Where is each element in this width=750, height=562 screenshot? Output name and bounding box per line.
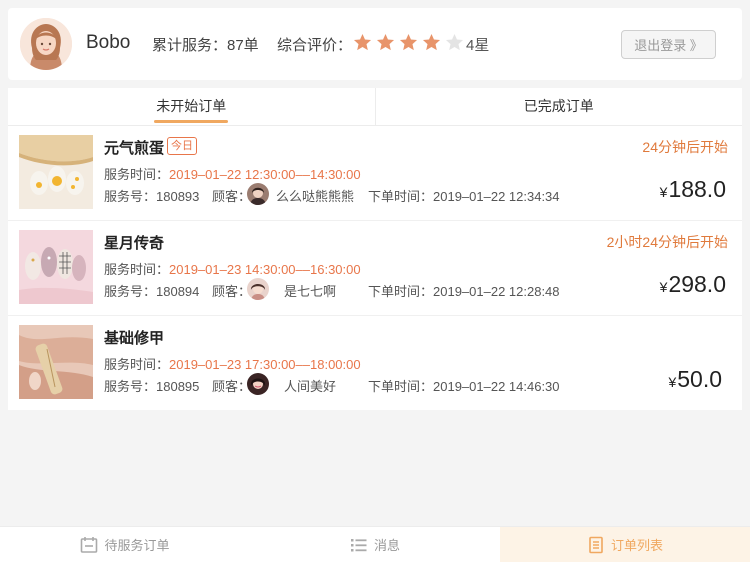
order-tabs: 未开始订单 已完成订单 (8, 88, 742, 126)
star-empty-icon (445, 33, 464, 51)
service-time-value: 2019–01–23 14:30:00––16:30:00 (169, 262, 361, 277)
order-countdown: 24分钟后开始 (642, 139, 728, 155)
service-time: 服务时间：2019–01–23 14:30:00––16:30:00 (104, 259, 361, 278)
rating-label: 综合评价： (277, 37, 353, 54)
service-number: 服务号：180895 (104, 379, 200, 394)
order-time: 下单时间：2019–01–22 12:28:48 (368, 284, 560, 299)
customer-name: 人间美好 (284, 379, 337, 394)
document-icon (589, 536, 603, 553)
service-number: 服务号：180894 (104, 284, 200, 299)
customer-avatar (247, 278, 269, 300)
username: Bobo (86, 32, 131, 53)
nav-label: 待服务订单 (104, 538, 170, 553)
currency-symbol: ¥ (659, 184, 668, 200)
logout-button[interactable]: 退出登录 》 (621, 30, 716, 59)
order-time: 下单时间：2019–01–22 12:34:34 (368, 189, 560, 204)
nav-order-list[interactable]: 订单列表 (500, 527, 750, 562)
star-rating (353, 33, 464, 52)
profile-header: Bobo 累计服务：87单 综合评价： 4星 退出登录 》 (8, 8, 742, 80)
customer-label: 顾客： (212, 284, 252, 299)
customer-label: 顾客： (212, 189, 252, 204)
service-time: 服务时间：2019–01–23 17:30:00––18:00:00 (104, 354, 361, 373)
order-title: 星月传奇 (104, 235, 165, 252)
price-value: 188.0 (668, 176, 726, 202)
order-countdown: 2小时24分钟后开始 (606, 234, 728, 250)
customer-name: 么么哒熊熊熊 (276, 189, 355, 204)
nav-label: 消息 (373, 538, 400, 553)
service-time-label: 服务时间： (104, 167, 170, 182)
service-number: 服务号：180893 (104, 189, 200, 204)
customer-avatar (247, 183, 269, 205)
order-title: 元气煎蛋 (104, 140, 165, 157)
service-time-label: 服务时间： (104, 262, 170, 277)
calendar-icon (81, 536, 98, 553)
currency-symbol: ¥ (668, 374, 677, 390)
price-value: 298.0 (668, 271, 726, 297)
service-time-value: 2019–01–22 12:30:00––14:30:00 (169, 167, 361, 182)
star-filled-icon (422, 33, 441, 51)
currency-symbol: ¥ (659, 279, 668, 295)
service-time-value: 2019–01–23 17:30:00––18:00:00 (169, 357, 361, 372)
order-price: ¥298.0 (660, 271, 726, 298)
star-text: 4星 (466, 37, 490, 54)
price-value: 50.0 (677, 366, 722, 392)
order-price: ¥188.0 (660, 176, 726, 203)
nav-label: 订单列表 (610, 538, 663, 553)
customer-avatar (247, 373, 269, 395)
order-time: 下单时间：2019–01–22 14:46:30 (368, 379, 560, 394)
order-list: 元气煎蛋 今日 24分钟后开始 服务时间：2019–01–22 12:30:00… (8, 126, 742, 410)
total-service-count: 累计服务：87单 (152, 37, 259, 54)
order-item[interactable]: 星月传奇 2小时24分钟后开始 服务时间：2019–01–23 14:30:00… (8, 221, 742, 316)
star-filled-icon (353, 33, 372, 51)
list-icon (350, 538, 367, 551)
customer-label: 顾客： (212, 379, 252, 394)
nav-pending-service[interactable]: 待服务订单 (0, 527, 250, 562)
service-time-label: 服务时间： (104, 357, 170, 372)
order-item[interactable]: 元气煎蛋 今日 24分钟后开始 服务时间：2019–01–22 12:30:00… (8, 126, 742, 221)
order-item[interactable]: 基础修甲 服务时间：2019–01–23 17:30:00––18:00:00 … (8, 316, 742, 411)
customer-name: 是七七啊 (284, 284, 337, 299)
order-thumbnail (19, 135, 93, 209)
service-time: 服务时间：2019–01–22 12:30:00––14:30:00 (104, 164, 361, 183)
order-thumbnail (19, 230, 93, 304)
order-title: 基础修甲 (104, 330, 165, 347)
tab-pending-orders[interactable]: 未开始订单 (8, 88, 375, 125)
star-filled-icon (399, 33, 418, 51)
today-badge: 今日 (167, 137, 197, 155)
star-filled-icon (376, 33, 395, 51)
bottom-nav: 待服务订单 消息 订单列表 (0, 526, 750, 562)
nav-messages[interactable]: 消息 (250, 527, 500, 562)
avatar (20, 18, 72, 70)
tab-completed-orders[interactable]: 已完成订单 (374, 88, 743, 125)
order-price: ¥50.0 (668, 366, 722, 393)
order-thumbnail (19, 325, 93, 399)
